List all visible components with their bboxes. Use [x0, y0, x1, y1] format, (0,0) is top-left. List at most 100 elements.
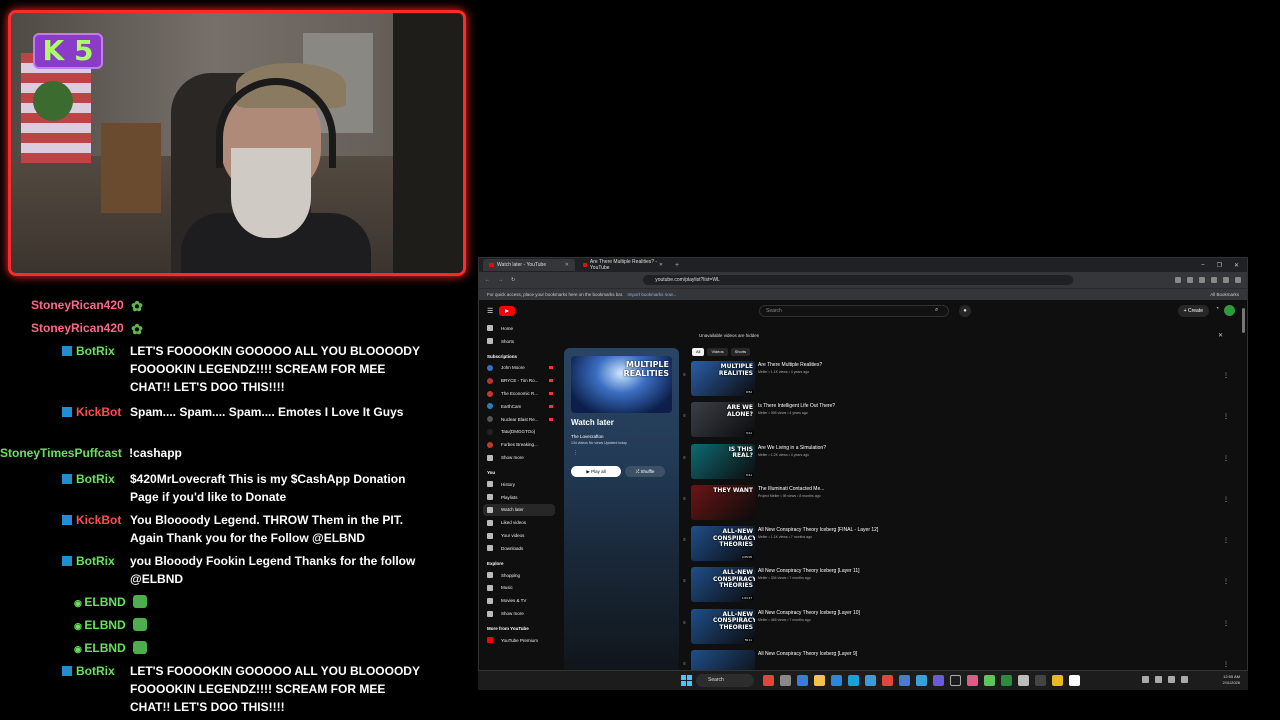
playlist-thumbnail[interactable]: MULTIPLE REALITIES — [571, 356, 672, 413]
avatar[interactable] — [1224, 305, 1235, 316]
video-thumbnail[interactable]: MULTIPLE REALITIES 8:52 — [691, 361, 755, 396]
chip-videos[interactable]: Videos — [707, 348, 728, 356]
sidebar-item-playlists[interactable]: Playlists — [479, 491, 559, 504]
youtube-logo-icon[interactable] — [499, 306, 516, 316]
more-options-icon[interactable]: ⋮ — [1223, 496, 1229, 503]
app-icon[interactable] — [780, 675, 791, 686]
drag-handle-icon[interactable]: ≡ — [683, 413, 686, 419]
chat-username[interactable]: KickBot — [76, 405, 121, 419]
minimize-icon[interactable]: – — [1201, 262, 1204, 269]
extension-icon[interactable] — [1175, 277, 1181, 283]
app-icon[interactable] — [831, 675, 842, 686]
sidebar-subscription[interactable]: The Economic R... — [479, 387, 559, 400]
sidebar-subscription[interactable]: BRYCE - Tim Ro... — [479, 374, 559, 387]
app-icon[interactable] — [899, 675, 910, 686]
video-title[interactable]: All New Conspiracy Theory Iceberg [Layer… — [758, 610, 860, 616]
app-icon[interactable] — [1052, 675, 1063, 686]
video-thumbnail[interactable]: ALL-NEW CONSPIRACY THEORIES 1:04:17 — [691, 567, 755, 603]
sidebar-item-liked-videos[interactable]: Liked videos — [479, 516, 559, 529]
drag-handle-icon[interactable]: ≡ — [683, 496, 686, 502]
drag-handle-icon[interactable]: ≡ — [683, 620, 686, 626]
chat-username[interactable]: BotRix — [76, 664, 115, 678]
app-icon[interactable] — [865, 675, 876, 686]
video-row[interactable]: ≡ ARE WE ALONE? 9:21 Is There Intelligent L… — [683, 399, 1243, 440]
clock[interactable]: 12:55 AM 2/11/2026 — [1223, 674, 1241, 686]
chip-all[interactable]: All — [692, 348, 705, 356]
more-options-icon[interactable]: ⋮ — [1223, 537, 1229, 544]
playlist-owner[interactable]: The Lovecrafton — [571, 434, 604, 439]
close-window-icon[interactable]: ✕ — [1234, 262, 1239, 269]
import-bookmarks-link[interactable]: Import bookmarks now... — [627, 292, 676, 297]
sidebar-item-downloads[interactable]: Downloads — [479, 542, 559, 555]
video-row[interactable]: ≡ THEY WANT The Illuminati Contacted Me...… — [683, 482, 1243, 523]
search-input[interactable]: Search — [759, 305, 949, 317]
close-icon[interactable]: ✕ — [565, 262, 569, 268]
video-title[interactable]: The Illuminati Contacted Me... — [758, 486, 824, 492]
taskbar-search[interactable]: Search — [696, 674, 754, 687]
shuffle-button[interactable]: ⤮ Shuffle — [625, 466, 665, 477]
sidebar-item-watch-later[interactable]: Watch later — [483, 503, 555, 517]
chat-username[interactable]: KickBot — [76, 513, 121, 527]
chat-username[interactable]: BotRix — [76, 554, 115, 568]
menu-icon[interactable]: ☰ — [487, 307, 493, 315]
tray-icon[interactable] — [1155, 676, 1162, 683]
menu-icon[interactable] — [1235, 277, 1241, 283]
sidebar-item-history[interactable]: History — [479, 478, 559, 491]
app-icon[interactable] — [1001, 675, 1012, 686]
chat-username[interactable]: BotRix — [76, 344, 115, 358]
video-thumbnail[interactable]: ARE WE ALONE? 9:21 — [691, 402, 755, 438]
sidebar-item-shorts[interactable]: Shorts — [479, 335, 559, 348]
app-icon[interactable] — [1069, 675, 1080, 686]
video-thumbnail[interactable]: ALL-NEW CONSPIRACY THEORIES 2:05:05 — [691, 526, 755, 562]
video-thumbnail[interactable]: THEY WANT — [691, 484, 755, 520]
app-icon[interactable] — [916, 675, 927, 686]
chat-username[interactable]: ELBND — [84, 641, 125, 655]
all-bookmarks-button[interactable]: All Bookmarks — [1210, 292, 1239, 297]
sidebar-show-more[interactable]: Show more — [479, 451, 559, 464]
more-options-icon[interactable]: ⋮ — [1223, 455, 1229, 462]
sidebar-item-show-more[interactable]: Show more — [479, 607, 559, 620]
video-row[interactable]: ≡ MULTIPLE REALITIES 8:52 Are There Multipl… — [683, 358, 1243, 399]
video-title[interactable]: All New Conspiracy Theory Iceberg [Layer… — [758, 568, 860, 574]
sidebar-item-music[interactable]: Music — [479, 582, 559, 595]
video-title[interactable]: Are We Living in a Simulation? — [758, 445, 826, 451]
app-icon[interactable] — [967, 675, 978, 686]
reload-icon[interactable]: ↻ — [511, 277, 515, 283]
video-title[interactable]: All New Conspiracy Theory Iceberg [FINAL… — [758, 527, 878, 533]
app-icon[interactable] — [1018, 675, 1029, 686]
video-thumbnail[interactable]: IS THIS REAL? 8:41 — [691, 443, 755, 479]
drag-handle-icon[interactable]: ≡ — [683, 455, 686, 461]
new-tab-button[interactable]: + — [675, 262, 679, 269]
chat-username[interactable]: ELBND — [84, 618, 125, 632]
app-icon[interactable] — [763, 675, 774, 686]
app-icon[interactable] — [950, 675, 961, 686]
extension-icon[interactable] — [1187, 277, 1193, 283]
drag-handle-icon[interactable]: ≡ — [683, 578, 686, 584]
create-button[interactable]: + Create — [1177, 305, 1209, 317]
chip-shorts[interactable]: Shorts — [730, 348, 751, 356]
sidebar-item-movies-tv[interactable]: Movies & TV — [479, 594, 559, 607]
chat-username[interactable]: StoneyTimesPuffcast — [0, 446, 122, 460]
tray-icon[interactable] — [1142, 676, 1149, 683]
notifications-icon[interactable]: ◔ — [1215, 306, 1219, 312]
forward-icon[interactable]: → — [498, 277, 503, 283]
play-all-button[interactable]: ▶ Play all — [571, 466, 621, 477]
maximize-icon[interactable]: ❐ — [1217, 262, 1222, 269]
extension-icon[interactable] — [1211, 277, 1217, 283]
more-options-icon[interactable]: ⋮ — [1223, 661, 1229, 668]
back-icon[interactable]: ← — [485, 277, 490, 283]
drag-handle-icon[interactable]: ≡ — [683, 661, 686, 667]
video-row[interactable]: ≡ ALL-NEW CONSPIRACY THEORIES 1:04:17 All N… — [683, 564, 1243, 605]
chat-username[interactable]: StoneyRican420 — [31, 298, 124, 312]
more-options-icon[interactable]: ⋮ — [1223, 578, 1229, 585]
app-icon[interactable] — [933, 675, 944, 686]
subscriptions-heading[interactable]: Subscriptions — [479, 351, 559, 362]
video-row[interactable]: ≡ ALL-NEW CONSPIRACY THEORIES 59:11 All New… — [683, 606, 1243, 647]
tab-watch-later[interactable]: Watch later - YouTube ✕ — [483, 259, 575, 271]
video-row[interactable]: ≡ ALL-NEW CONSPIRACY THEORIES 2:05:05 All N… — [683, 523, 1243, 564]
chat-username[interactable]: StoneyRican420 — [31, 321, 124, 335]
sidebar-subscription[interactable]: EarthCam — [479, 400, 559, 413]
tray-icon[interactable] — [1181, 676, 1188, 683]
scrollbar[interactable] — [1242, 308, 1245, 333]
close-icon[interactable]: ✕ — [659, 262, 663, 268]
